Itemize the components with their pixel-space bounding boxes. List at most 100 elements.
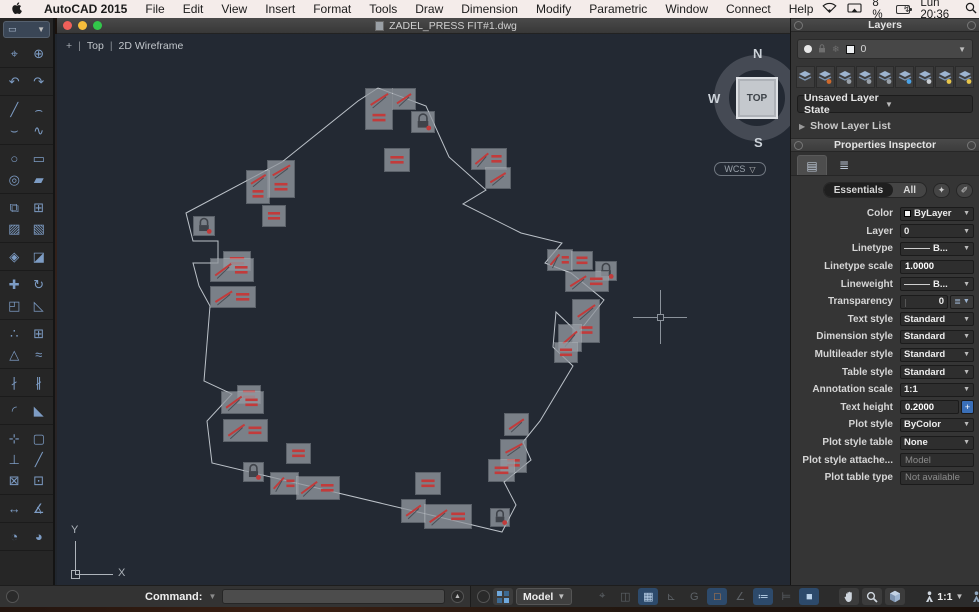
drawing-block-dg[interactable] xyxy=(401,499,426,523)
steering-cube-icon[interactable] xyxy=(885,588,906,605)
layer-off-tool[interactable] xyxy=(915,66,935,88)
current-layer-selector[interactable]: ❄ 0 ▼ xyxy=(797,39,973,59)
view-control[interactable]: Top xyxy=(87,40,104,52)
minimize-window-button[interactable] xyxy=(78,21,87,30)
line-tool[interactable]: ╱ xyxy=(2,99,27,120)
layer-lock-icon[interactable] xyxy=(818,43,826,55)
ellipse-tool[interactable]: ◎ xyxy=(2,169,27,190)
ortho-toggle[interactable]: ⊾ xyxy=(661,588,681,605)
property-dropdown[interactable]: ByLayer ▼ xyxy=(900,206,974,221)
point-style-tool[interactable]: ⊹ xyxy=(2,428,27,449)
isoplane-toggle[interactable]: G xyxy=(684,588,704,605)
transparency-slider[interactable]: 0 xyxy=(900,294,948,309)
property-dropdown[interactable]: ByColor ▼ xyxy=(900,417,974,432)
model-space-dropdown[interactable]: Model ▼ xyxy=(516,588,573,605)
polygon-tool[interactable]: ▰ xyxy=(27,169,52,190)
compass-south[interactable]: S xyxy=(754,135,763,150)
layer-properties-tool[interactable] xyxy=(815,66,835,88)
rotate-tool[interactable]: ↻ xyxy=(27,274,52,295)
menu-item-insert[interactable]: Insert xyxy=(256,0,304,18)
trim-tool[interactable]: ◺ xyxy=(27,295,52,316)
drawing-block-sv[interactable] xyxy=(246,170,270,204)
paste-block-tool[interactable]: ⊞ xyxy=(27,197,52,218)
menu-item-format[interactable]: Format xyxy=(304,0,360,18)
apple-menu-icon[interactable] xyxy=(12,2,25,16)
visual-style-control[interactable]: 2D Wireframe xyxy=(119,40,184,52)
orbit-tool[interactable]: ◈ xyxy=(2,246,27,267)
dim-aligned-tool[interactable]: ∡ xyxy=(27,498,52,519)
stepper-button[interactable]: + xyxy=(961,400,974,415)
drawing-block-sv[interactable] xyxy=(365,88,393,130)
ucs-tool[interactable]: ⊥ xyxy=(2,449,27,470)
property-input[interactable]: 1.0000 xyxy=(900,259,974,274)
layer-state-dropdown[interactable]: Unsaved Layer State ▼ xyxy=(797,92,973,116)
drawing-block-eq[interactable] xyxy=(488,459,515,482)
property-input[interactable]: 0.2000 xyxy=(900,400,959,415)
drawing-block-dg[interactable] xyxy=(504,413,529,436)
menu-item-dimension[interactable]: Dimension xyxy=(452,0,527,18)
menu-item-view[interactable]: View xyxy=(212,0,256,18)
layer-globe-tool[interactable]: ⊕ xyxy=(27,43,52,64)
menu-app-name[interactable]: AutoCAD 2015 xyxy=(35,0,136,18)
panel-close-button[interactable] xyxy=(794,141,803,150)
model-viewport[interactable]: + | Top | 2D Wireframe N W S TOP WCS ▽ Y… xyxy=(57,34,790,585)
drawing-block-sh[interactable] xyxy=(270,472,299,495)
layer-unlock-tool[interactable] xyxy=(955,66,975,88)
annotation-visibility-icon[interactable] xyxy=(966,588,979,605)
eyedropper-button[interactable]: ✐ xyxy=(956,182,973,198)
lock-ucs-tool[interactable]: ⊠ xyxy=(2,470,27,491)
grid-toggle[interactable]: ▦ xyxy=(638,588,659,605)
property-dropdown[interactable]: 0 ▼ xyxy=(900,224,974,239)
undo-tool[interactable]: ↶ xyxy=(2,71,27,92)
match-properties-button[interactable]: ✦ xyxy=(933,182,950,198)
cone-tool[interactable]: △ xyxy=(2,344,27,365)
command-history-button[interactable] xyxy=(6,590,19,603)
drawing-block-sh[interactable] xyxy=(547,249,573,271)
menu-item-tools[interactable]: Tools xyxy=(360,0,406,18)
drawing-block-sh[interactable] xyxy=(223,419,268,442)
annotation-scale-control[interactable]: 1:1 ▼ xyxy=(925,591,963,603)
menu-item-parametric[interactable]: Parametric xyxy=(580,0,656,18)
redo-tool[interactable]: ↷ xyxy=(27,71,52,92)
hatch-tool[interactable]: ▨ xyxy=(2,218,27,239)
panel-close-button[interactable] xyxy=(794,21,803,30)
lineweight-toggle[interactable]: ≔ xyxy=(753,588,774,605)
transparency-dropdown[interactable]: ≣ ▼ xyxy=(950,294,974,309)
pan-hand-icon[interactable] xyxy=(839,588,860,605)
drawing-block-sh[interactable] xyxy=(210,258,254,282)
layer-color-swatch[interactable] xyxy=(845,44,855,54)
drawing-block-sh[interactable] xyxy=(296,476,340,500)
ray-tool[interactable]: ╱ xyxy=(27,449,52,470)
property-dropdown[interactable]: Standard ▼ xyxy=(900,329,974,344)
new-layer-tool[interactable] xyxy=(796,66,815,88)
unlock-ucs-tool[interactable]: ⊡ xyxy=(27,470,52,491)
property-dropdown[interactable]: Standard ▼ xyxy=(900,347,974,362)
group-tool[interactable]: ∴ xyxy=(2,323,27,344)
segment-all[interactable]: All xyxy=(893,183,926,197)
layer-freeze-icon[interactable]: ❄ xyxy=(832,44,840,55)
circle-tool[interactable]: ○ xyxy=(2,148,27,169)
display-mirroring-icon[interactable] xyxy=(847,2,862,16)
spline-tool[interactable]: ∿ xyxy=(27,120,52,141)
drawing-block-sh[interactable] xyxy=(424,504,472,529)
drawing-block-sh[interactable] xyxy=(565,271,609,292)
show-layer-list-toggle[interactable]: ▶ Show Layer List xyxy=(791,116,979,138)
scale-tool[interactable]: ◰ xyxy=(2,295,27,316)
arc-reverse-tool[interactable]: ⌣ xyxy=(2,120,27,141)
drawing-block-sh[interactable] xyxy=(210,286,256,308)
tab-layers[interactable]: ≣ xyxy=(829,155,859,175)
menu-item-edit[interactable]: Edit xyxy=(174,0,213,18)
measure-angle-tool[interactable]: ◕ xyxy=(27,526,52,547)
drawing-block-lk[interactable] xyxy=(193,216,215,236)
menu-item-window[interactable]: Window xyxy=(656,0,717,18)
compass-west[interactable]: W xyxy=(708,91,720,106)
drawing-block-sh[interactable] xyxy=(471,148,507,170)
command-expand-button[interactable]: ▲ xyxy=(451,590,464,603)
dim-linear-tool[interactable]: ↔ xyxy=(2,498,27,519)
drawing-block-dg[interactable] xyxy=(392,88,416,110)
drawing-block-eq[interactable] xyxy=(384,148,410,172)
drawing-block-sh[interactable] xyxy=(221,391,264,414)
property-dropdown[interactable]: Standard ▼ xyxy=(900,365,974,380)
transparency-toggle[interactable]: ■ xyxy=(799,588,820,605)
panel-menu-button[interactable] xyxy=(967,141,976,150)
